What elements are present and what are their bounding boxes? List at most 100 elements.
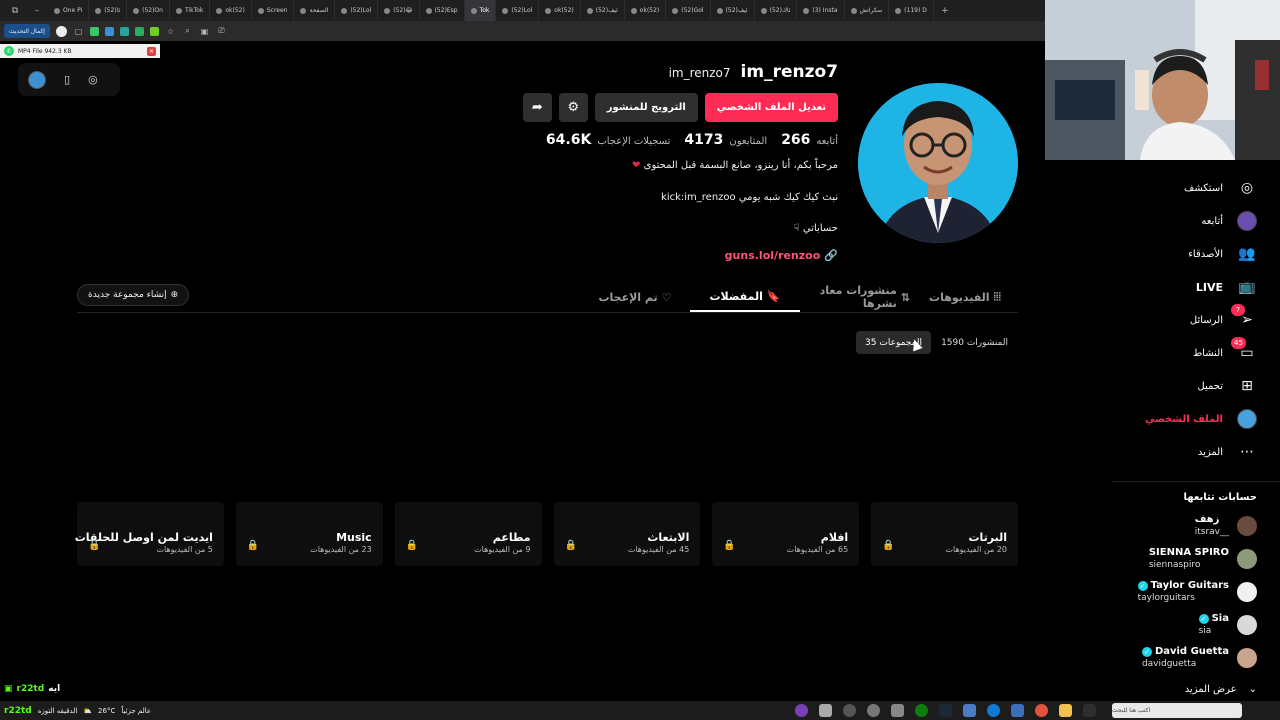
sidebar-item-live[interactable]: 📺 LIVE bbox=[1196, 275, 1257, 299]
collection-card[interactable]: مطاعم 9 من الفيديوهات 🔒 bbox=[394, 502, 542, 566]
tab-favorites[interactable]: 🔖 المفضلات bbox=[690, 282, 800, 312]
browser-tab[interactable]: (119) D bbox=[889, 0, 934, 21]
settings-icon[interactable] bbox=[891, 704, 904, 717]
screen-icon[interactable] bbox=[963, 704, 976, 717]
tab-liked[interactable]: ♡ تم الإعجاب bbox=[580, 282, 690, 312]
profile-link[interactable]: 🔗 guns.lol/renzoo bbox=[725, 249, 838, 262]
collection-card[interactable]: البرتات 20 من الفيديوهات 🔒 bbox=[871, 502, 1018, 566]
store-icon[interactable] bbox=[1011, 704, 1024, 717]
files-icon[interactable] bbox=[819, 704, 832, 717]
share-icon[interactable]: ➦ bbox=[522, 93, 552, 122]
browser-tab[interactable]: سكراتش bbox=[845, 0, 890, 21]
browser-tab[interactable]: TikTok bbox=[170, 0, 211, 21]
lock-icon: 🔒 bbox=[246, 540, 260, 551]
browser-tab[interactable]: (52)On bbox=[127, 0, 170, 21]
compass-icon: ◎ bbox=[1240, 180, 1254, 196]
collection-card[interactable]: الابتعاث 45 من الفيديوهات 🔒 bbox=[553, 502, 701, 566]
extension-shield-icon[interactable] bbox=[134, 26, 144, 36]
screenshot-icon[interactable]: ▣ bbox=[199, 26, 210, 37]
edit-profile-button[interactable]: تعديل الملف الشخصي bbox=[704, 93, 838, 122]
browser-tab[interactable]: One Pi bbox=[48, 0, 90, 21]
mini-avatar[interactable] bbox=[28, 70, 46, 89]
filter-posts[interactable]: المنشورات 1590 bbox=[941, 338, 1008, 348]
stat-followers[interactable]: المتابعون 4173 bbox=[684, 132, 767, 148]
minimize-icon[interactable]: – bbox=[26, 0, 48, 21]
settings-gear-icon[interactable]: ⚙ bbox=[558, 93, 588, 122]
collection-title: البرتات bbox=[968, 531, 1007, 544]
extension-teal-icon[interactable] bbox=[119, 26, 129, 36]
bookmark-star-icon[interactable]: ☆ bbox=[165, 26, 176, 37]
browser-tab[interactable]: (52)ئيف bbox=[581, 0, 625, 21]
tab-favicon-icon bbox=[175, 7, 182, 14]
stat-following[interactable]: أتابعه 266 bbox=[781, 132, 838, 148]
sidebar-item-messages[interactable]: ➢ 7 الرسائل bbox=[1190, 304, 1257, 332]
compass-icon[interactable]: ◎ bbox=[88, 73, 98, 86]
app-icon[interactable] bbox=[843, 704, 856, 717]
extension-blue-icon[interactable] bbox=[104, 26, 114, 36]
sidebar-item-explore[interactable]: ◎ استكشف bbox=[1184, 176, 1257, 200]
browser-tab[interactable]: (52)Lol bbox=[496, 0, 540, 21]
browser-tab[interactable]: (3) Insta bbox=[797, 0, 845, 21]
browser-tab[interactable]: Tok bbox=[464, 0, 497, 21]
extension-green-icon[interactable] bbox=[89, 26, 99, 36]
browser-tab[interactable]: الصفحة bbox=[294, 0, 336, 21]
tab-reposts[interactable]: ⇅ منشورات معاد نشرها bbox=[800, 282, 910, 312]
browser-tab[interactable]: ok(52) bbox=[539, 0, 581, 21]
profile-circle-icon[interactable] bbox=[55, 25, 67, 37]
profile-avatar[interactable] bbox=[858, 83, 1018, 243]
window-menu-icon[interactable]: ⧉ bbox=[4, 0, 26, 21]
promote-post-button[interactable]: الترويج للمنشور bbox=[594, 93, 698, 122]
browser-tab[interactable]: (52)ئيف bbox=[711, 0, 755, 21]
tab-favicon-icon bbox=[95, 7, 102, 14]
sidebar-item-more[interactable]: ⋯ المزيد bbox=[1198, 440, 1257, 464]
explorer-icon[interactable] bbox=[1059, 704, 1072, 717]
see-more-button[interactable]: ⌄ عرض المزيد bbox=[1185, 684, 1257, 695]
sidebar-item-friends[interactable]: 👥 الأصدقاء bbox=[1188, 242, 1257, 266]
sidebar-item-activity[interactable]: ▭ 45 النشاط bbox=[1193, 337, 1257, 365]
heart-lock-icon: ♡ bbox=[661, 290, 672, 304]
browser-alt-icon[interactable] bbox=[867, 704, 880, 717]
browser-tab[interactable]: ok(52) bbox=[625, 0, 667, 21]
browser-tab[interactable]: (52)ئاك bbox=[755, 0, 798, 21]
following-account[interactable]: Sia ✓ sia bbox=[1198, 613, 1257, 637]
send-icon: ➢ 7 bbox=[1231, 304, 1257, 330]
taskbar-search[interactable]: اكتب هنا للبحث bbox=[1112, 703, 1242, 718]
zoom-icon[interactable]: ⌕ bbox=[182, 26, 193, 37]
following-account[interactable]: SIENNA SPIRO siennaspiro bbox=[1149, 547, 1257, 571]
download-notification[interactable]: ✆ MP4 File 942.3 KB ✕ bbox=[0, 44, 160, 58]
xbox-icon[interactable] bbox=[915, 704, 928, 717]
steam-icon[interactable] bbox=[939, 704, 952, 717]
browser-tab[interactable]: Screen bbox=[252, 0, 295, 21]
extension-icon[interactable]: ▢ bbox=[73, 26, 84, 37]
browser-tab[interactable]: (52)Lol bbox=[335, 0, 379, 21]
obs-icon[interactable] bbox=[795, 704, 808, 717]
browser-tab[interactable]: (52)ئا bbox=[89, 0, 128, 21]
sidebar-item-profile[interactable]: الملف الشخصي bbox=[1145, 407, 1257, 431]
tab-label: (52)Gol bbox=[681, 7, 704, 14]
collection-card[interactable]: Music 23 من الفيديوهات 🔒 bbox=[235, 502, 383, 566]
code-icon[interactable] bbox=[1083, 704, 1096, 717]
browser-tab[interactable]: (52)Gol bbox=[666, 0, 711, 21]
complete-update-button[interactable]: إكمال التحديث bbox=[4, 24, 50, 38]
extension-lime-icon[interactable] bbox=[149, 26, 159, 36]
sidebar-item-following[interactable]: أتابعه bbox=[1201, 209, 1257, 233]
following-account[interactable]: زهف __itsrav bbox=[1195, 514, 1257, 538]
phone-icon[interactable]: ▯ bbox=[64, 73, 70, 86]
sidebar-item-upload[interactable]: ⊞ تحميل bbox=[1197, 374, 1257, 398]
following-account[interactable]: David Guetta ✓ davidguetta bbox=[1141, 646, 1257, 670]
collection-card[interactable]: افلام 65 من الفيديوهات 🔒 bbox=[712, 502, 860, 566]
close-icon[interactable]: ✕ bbox=[147, 46, 156, 56]
browser-tab[interactable]: ok(52) bbox=[210, 0, 252, 21]
cast-icon[interactable]: ⎚ bbox=[216, 26, 227, 37]
heart-icon: ❤ bbox=[632, 160, 641, 171]
browser-tab[interactable]: (52)Esp bbox=[420, 0, 465, 21]
tab-favicon-icon bbox=[133, 7, 140, 14]
create-collection-button[interactable]: ⊕ إنشاء مجموعة جديدة bbox=[77, 284, 190, 306]
collection-card[interactable]: ايديت لمن اوصل للحلقات 5 من الفيديوهات 🔒 bbox=[75, 502, 224, 566]
following-account[interactable]: Taylor Guitars ✓ taylorguitars bbox=[1137, 580, 1257, 604]
new-tab-icon[interactable]: + bbox=[934, 0, 956, 21]
browser-tab[interactable]: (52)😂 bbox=[378, 0, 420, 21]
edge-icon[interactable] bbox=[987, 704, 1000, 717]
chrome-icon[interactable] bbox=[1035, 704, 1048, 717]
tab-videos[interactable]: ⦙⦙⦙ الفيديوهات bbox=[910, 282, 1020, 312]
